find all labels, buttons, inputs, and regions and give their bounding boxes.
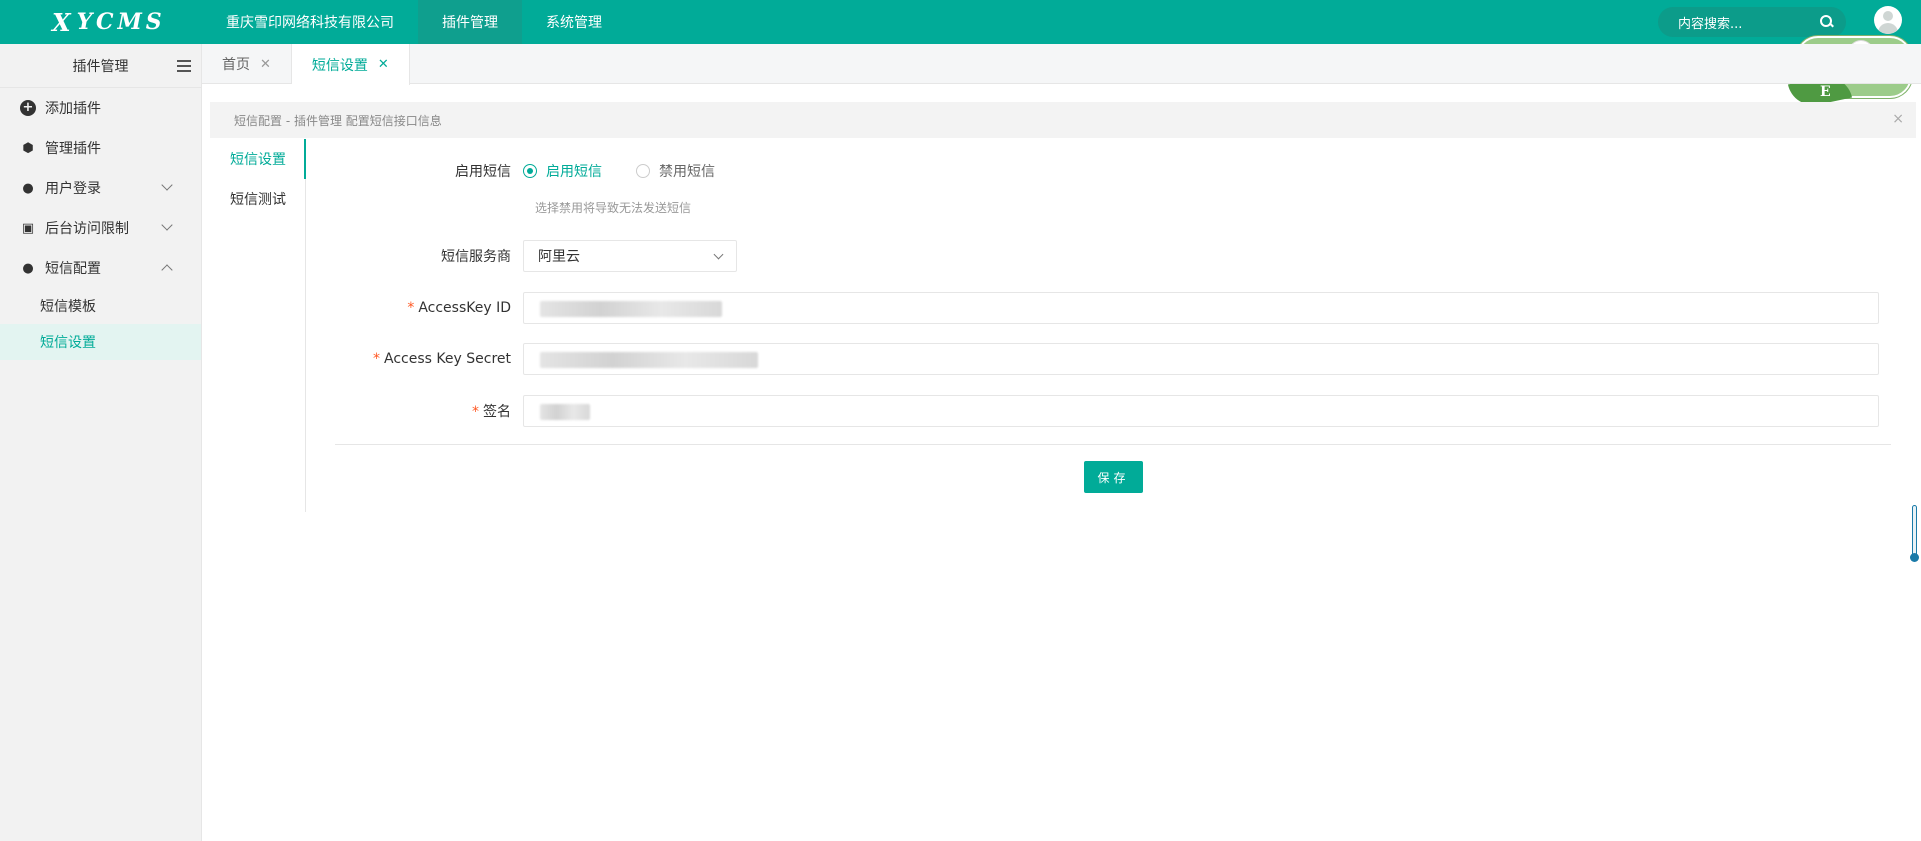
enable-sms-hint: 选择禁用将导致无法发送短信 [535,201,692,215]
radio-enable-sms[interactable]: 启用短信 [523,161,602,181]
logo-mark: X [52,7,75,37]
provider-value: 阿里云 [538,249,580,265]
access-key-id-label: * AccessKey ID [407,300,511,316]
plus-circle-icon: + [20,100,36,116]
access-key-secret-label: * Access Key Secret [373,351,511,367]
sidebar-item-manage-plugin[interactable]: ⬢ 管理插件 [0,128,201,168]
signature-row: * 签名 [335,395,1879,427]
radio-unchecked-icon [636,164,650,178]
top-nav-system-management[interactable]: 系统管理 [522,0,626,44]
vertical-tabs: 短信设置 短信测试 [210,139,306,512]
sidebar-item-user-login[interactable]: ● 用户登录 [0,168,201,208]
close-icon[interactable]: × [1892,111,1904,127]
top-navbar: X YCMS 重庆雪印网络科技有限公司 插件管理 系统管理 内容搜索... [0,0,1921,44]
signature-label: * 签名 [472,404,511,420]
sidebar-item-label: 管理插件 [45,141,101,157]
access-key-id-input[interactable] [523,292,1879,324]
top-nav: 重庆雪印网络科技有限公司 插件管理 系统管理 [202,0,626,44]
sidebar-item-label: 添加插件 [45,101,101,117]
redacted-value [540,301,722,317]
tab-label: 短信设置 [311,57,368,74]
vtab-sms-settings[interactable]: 短信设置 [210,139,306,179]
top-nav-company[interactable]: 重庆雪印网络科技有限公司 [202,0,418,44]
menu-toggle-icon[interactable] [177,60,191,72]
sidebar-header: 插件管理 [0,44,201,88]
sidebar-item-add-plugin[interactable]: + 添加插件 [0,88,201,128]
access-key-id-row: * AccessKey ID [335,292,1879,324]
sidebar-item-label: 短信配置 [45,261,101,277]
chevron-down-icon [713,249,724,260]
sidebar-item-access-limit[interactable]: ▣ 后台访问限制 [0,208,201,248]
sidebar: 插件管理 + 添加插件 ⬢ 管理插件 ● 用户登录 ▣ 后台访问限制 ● 短信配… [0,44,202,841]
user-icon: ● [22,180,34,196]
radio-disable-sms[interactable]: 禁用短信 [636,161,715,181]
top-nav-plugin-management[interactable]: 插件管理 [418,0,522,44]
provider-label: 短信服务商 [441,249,511,265]
tab-label: 首页 [222,57,250,73]
access-key-secret-input[interactable] [523,343,1879,375]
access-key-secret-row: * Access Key Secret [335,343,1879,375]
provider-row: 短信服务商 阿里云 [335,240,737,272]
breadcrumb: 短信配置 - 插件管理 配置短信接口信息 × [210,102,1916,138]
tab-bar: 首页 ✕ 短信设置 ✕ [202,44,1921,85]
enable-sms-row: 启用短信 启用短信 禁用短信 [335,161,749,181]
form-divider [335,444,1891,445]
tab-sms-settings[interactable]: 短信设置 ✕ [291,44,410,85]
ycms-logo[interactable]: X YCMS [0,0,202,44]
sidebar-title: 插件管理 [72,58,129,75]
provider-select[interactable]: 阿里云 [523,240,737,272]
sidebar-subitem-sms-settings[interactable]: 短信设置 [0,324,201,360]
user-icon: ● [22,260,34,276]
signature-input[interactable] [523,395,1879,427]
lock-icon: ▣ [21,220,35,236]
breadcrumb-text: 短信配置 - 插件管理 配置短信接口信息 [234,113,442,128]
vtab-sms-test[interactable]: 短信测试 [210,179,305,219]
close-icon[interactable]: ✕ [378,57,389,72]
tab-home[interactable]: 首页 ✕ [202,44,292,84]
sidebar-item-label: 后台访问限制 [45,221,129,237]
sidebar-item-label: 用户登录 [45,181,101,197]
chevron-down-icon [161,219,173,231]
save-button[interactable]: 保存 [1084,461,1143,493]
mascot-letter-icon: E [1820,84,1831,100]
logo-text: YCMS [76,9,166,35]
cube-icon: ⬢ [22,140,34,156]
enable-sms-label: 启用短信 [455,164,511,180]
chevron-down-icon [161,179,173,191]
scroll-indicator[interactable] [1910,505,1919,562]
radio-label: 禁用短信 [659,164,715,180]
radio-label: 启用短信 [546,164,602,180]
radio-checked-icon [523,164,537,178]
redacted-value [540,352,758,368]
close-icon[interactable]: ✕ [260,57,271,72]
sidebar-subitem-sms-template[interactable]: 短信模板 [0,288,201,324]
search-icon[interactable] [1820,15,1834,29]
sidebar-item-sms-config[interactable]: ● 短信配置 [0,248,201,288]
redacted-value [540,404,590,420]
chevron-up-icon [161,264,173,276]
